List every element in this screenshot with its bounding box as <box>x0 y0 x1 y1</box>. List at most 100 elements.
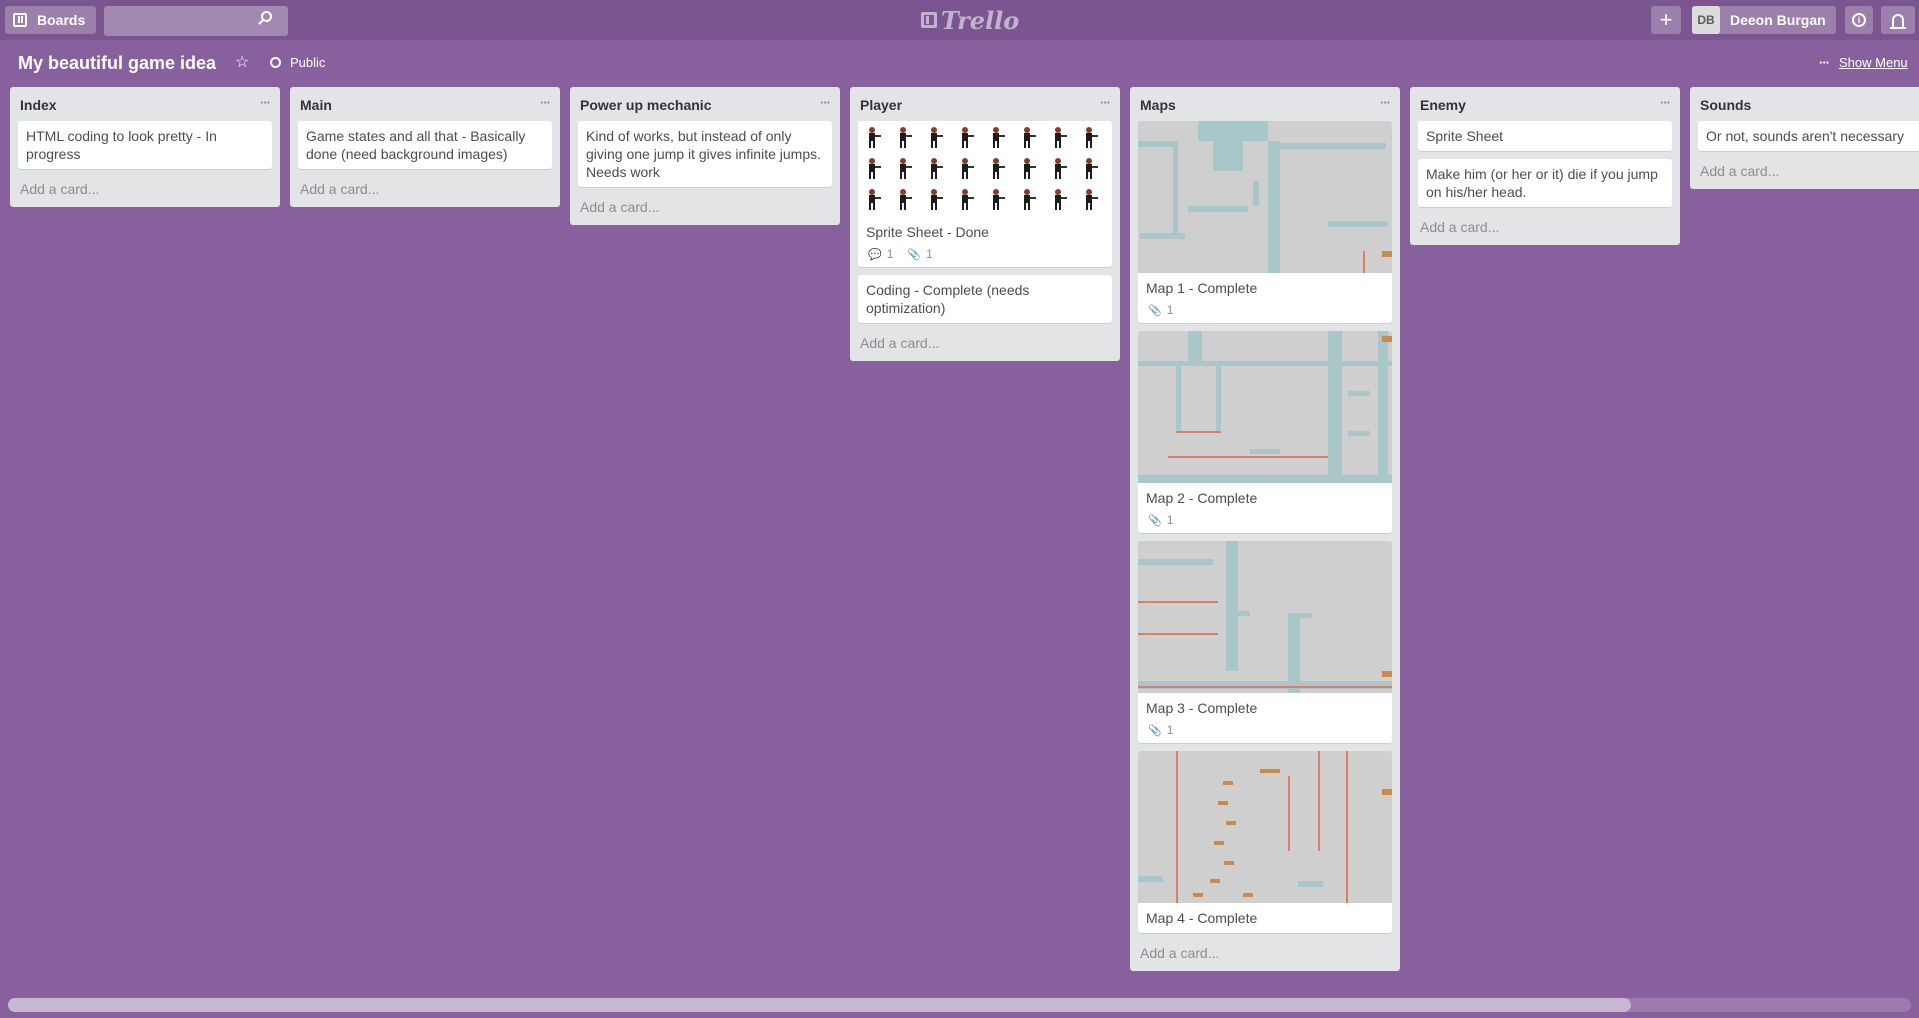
board-title[interactable]: My beautiful game idea <box>18 53 216 74</box>
card[interactable]: Sprite Sheet - Done 💬 1 📎 1 <box>858 121 1112 267</box>
card-title: Make him (or her or it) die if you jump … <box>1426 166 1658 200</box>
card[interactable]: Or not, sounds aren't necessary <box>1698 121 1919 151</box>
list-title[interactable]: Main <box>300 97 332 113</box>
card[interactable]: Make him (or her or it) die if you jump … <box>1418 159 1672 207</box>
list-enemy: Enemy ··· Sprite Sheet Make him (or her … <box>1410 87 1680 245</box>
list-header: Maps ··· <box>1130 87 1400 121</box>
list-sounds: Sounds Or not, sounds aren't necessary A… <box>1690 87 1919 189</box>
star-icon[interactable]: ☆ <box>235 52 249 72</box>
map-3-cover-image <box>1138 541 1392 693</box>
card-badges: 📎 1 <box>1138 303 1392 323</box>
add-button[interactable]: + <box>1651 6 1681 34</box>
map-2-cover-image <box>1138 331 1392 483</box>
card[interactable]: Map 3 - Complete 📎 1 <box>1138 541 1392 743</box>
show-menu-button[interactable]: ··· Show Menu <box>1819 55 1908 70</box>
card-badges: 📎 1 <box>1138 513 1392 533</box>
search-icon[interactable] <box>261 11 272 22</box>
list-menu-icon[interactable]: ··· <box>260 95 271 110</box>
info-icon: i <box>1852 13 1866 27</box>
logo-text: Trello <box>941 5 1020 35</box>
card-title: Coding - Complete (needs optimization) <box>866 282 1030 316</box>
card-title: Sprite Sheet - Done <box>866 224 989 240</box>
horizontal-scrollbar-thumb[interactable] <box>8 998 1631 1012</box>
list-maps: Maps ··· Map 1 - Complete 📎 1 Map 2 - Co… <box>1130 87 1400 971</box>
card-title: Kind of works, but instead of only givin… <box>586 128 822 180</box>
attachments-badge: 📎 1 <box>907 247 932 261</box>
card[interactable]: Map 2 - Complete 📎 1 <box>1138 331 1392 533</box>
card[interactable]: Sprite Sheet <box>1418 121 1672 151</box>
card-title: Or not, sounds aren't necessary <box>1706 128 1904 144</box>
add-card-link[interactable]: Add a card... <box>290 177 560 207</box>
boards-icon <box>13 13 27 27</box>
list-title[interactable]: Power up mechanic <box>580 97 711 113</box>
add-card-link[interactable]: Add a card... <box>1410 215 1680 245</box>
card-title: Map 1 - Complete <box>1146 280 1258 296</box>
attachments-count: 1 <box>926 247 933 261</box>
list-header: Player ··· <box>850 87 1120 121</box>
list-title[interactable]: Sounds <box>1700 97 1751 113</box>
add-card-link[interactable]: Add a card... <box>1690 159 1919 189</box>
top-header: Boards Trello + DB Deeon Burgan i <box>0 0 1919 40</box>
list-title[interactable]: Index <box>20 97 57 113</box>
attachments-count: 1 <box>1166 513 1174 527</box>
paperclip-icon: 📎 <box>1148 724 1162 737</box>
list-header: Index ··· <box>10 87 280 121</box>
add-card-link[interactable]: Add a card... <box>1130 941 1400 971</box>
list-menu-icon[interactable]: ··· <box>820 95 831 110</box>
list-menu-icon[interactable]: ··· <box>1380 95 1391 110</box>
map-1-cover-image <box>1138 121 1392 273</box>
card[interactable]: Coding - Complete (needs optimization) <box>858 275 1112 323</box>
list-player: Player ··· Sprite Sheet - Done 💬 1 📎 1 C… <box>850 87 1120 361</box>
add-card-link[interactable]: Add a card... <box>850 331 1120 361</box>
list-header: Main ··· <box>290 87 560 121</box>
add-card-link[interactable]: Add a card... <box>570 195 840 225</box>
card[interactable]: HTML coding to look pretty - In progress <box>18 121 272 169</box>
card[interactable]: Kind of works, but instead of only givin… <box>578 121 832 187</box>
visibility-button[interactable]: Public <box>270 55 325 70</box>
visibility-label: Public <box>290 55 326 70</box>
card-title: Map 4 - Complete <box>1146 910 1258 926</box>
card-badges: 💬 1 📎 1 <box>858 247 1112 267</box>
boards-label: Boards <box>37 12 86 28</box>
trello-logo[interactable]: Trello <box>921 5 1020 35</box>
attachments-count: 1 <box>1166 303 1174 317</box>
list-menu-icon[interactable]: ··· <box>1660 95 1671 110</box>
card-title: Map 2 - Complete <box>1146 490 1258 506</box>
list-menu-icon[interactable]: ··· <box>1100 95 1111 110</box>
list-title[interactable]: Maps <box>1140 97 1176 113</box>
list-title[interactable]: Player <box>860 97 902 113</box>
list-menu-icon[interactable]: ··· <box>540 95 551 110</box>
user-name: Deeon Burgan <box>1730 12 1826 28</box>
list-title[interactable]: Enemy <box>1420 97 1466 113</box>
list-header: Sounds <box>1690 87 1919 121</box>
comments-badge: 💬 1 <box>868 247 893 261</box>
notifications-button[interactable] <box>1881 6 1915 34</box>
list-header: Power up mechanic ··· <box>570 87 840 121</box>
sprite-sheet-cover-image <box>858 121 1112 217</box>
user-menu-button[interactable]: DB Deeon Burgan <box>1692 6 1836 34</box>
card[interactable]: Map 4 - Complete <box>1138 751 1392 933</box>
attachments-count: 1 <box>1166 723 1174 737</box>
card-title: HTML coding to look pretty - In progress <box>26 128 217 162</box>
plus-icon: + <box>1659 7 1673 32</box>
card-title: Map 3 - Complete <box>1146 700 1258 716</box>
bell-icon <box>1890 13 1906 29</box>
comments-count: 1 <box>886 247 894 261</box>
attachments-badge: 📎 1 <box>1148 303 1173 317</box>
card[interactable]: Map 1 - Complete 📎 1 <box>1138 121 1392 323</box>
paperclip-icon: 📎 <box>907 248 922 261</box>
card-title: Game states and all that - Basically don… <box>306 128 526 162</box>
paperclip-icon: 📎 <box>1148 304 1162 317</box>
card[interactable]: Game states and all that - Basically don… <box>298 121 552 169</box>
info-button[interactable]: i <box>1845 6 1873 34</box>
more-icon: ··· <box>1819 55 1830 70</box>
attachments-badge: 📎 1 <box>1148 723 1173 737</box>
add-card-link[interactable]: Add a card... <box>10 177 280 207</box>
list-index: Index ··· HTML coding to look pretty - I… <box>10 87 280 207</box>
boards-button[interactable]: Boards <box>5 6 96 34</box>
list-main: Main ··· Game states and all that - Basi… <box>290 87 560 207</box>
map-4-cover-image <box>1138 751 1392 903</box>
paperclip-icon: 📎 <box>1148 514 1162 527</box>
avatar: DB <box>1692 6 1720 34</box>
globe-icon <box>270 57 281 68</box>
